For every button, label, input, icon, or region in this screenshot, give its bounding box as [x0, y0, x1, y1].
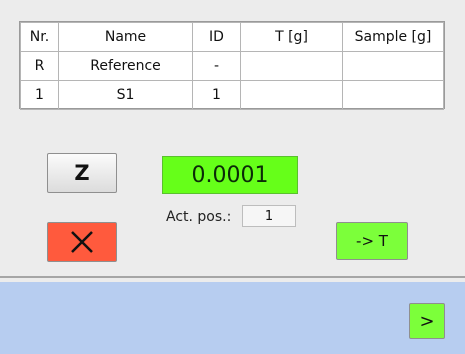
table-header-row: Nr. Name ID T [g] Sample [g] — [20, 22, 444, 52]
weight-display: 0.0001 — [162, 156, 298, 194]
cell-nr: 1 — [20, 80, 59, 110]
table-grid: Nr. Name ID T [g] Sample [g] R Reference… — [20, 22, 444, 110]
cell-tare — [240, 80, 343, 110]
tare-button[interactable]: -> T — [336, 222, 408, 260]
cell-name: S1 — [58, 80, 193, 110]
main-panel: Nr. Name ID T [g] Sample [g] R Reference… — [0, 0, 465, 282]
table-row[interactable]: R Reference - — [20, 51, 444, 81]
column-header-id: ID — [192, 22, 241, 52]
next-button-label: > — [419, 310, 435, 332]
act-pos-label: Act. pos.: — [166, 209, 232, 225]
zero-button[interactable]: Z — [47, 153, 117, 193]
column-header-name: Name — [58, 22, 193, 52]
tare-button-label: -> T — [356, 232, 388, 250]
column-header-sample: Sample [g] — [342, 22, 444, 52]
cell-name: Reference — [58, 51, 193, 81]
zero-button-label: Z — [74, 161, 90, 185]
column-header-tare: T [g] — [240, 22, 343, 52]
clear-button[interactable] — [47, 222, 117, 262]
cell-sample — [342, 80, 444, 110]
next-button[interactable]: > — [409, 303, 445, 339]
divider — [0, 276, 465, 278]
cell-sample — [342, 51, 444, 81]
footer-bar — [0, 282, 465, 354]
act-pos-value: 1 — [242, 205, 296, 227]
cell-id: 1 — [192, 80, 241, 110]
column-header-nr: Nr. — [20, 22, 59, 52]
table-row[interactable]: 1 S1 1 — [20, 80, 444, 110]
cell-id: - — [192, 51, 241, 81]
x-icon — [71, 231, 93, 253]
cell-tare — [240, 51, 343, 81]
cell-nr: R — [20, 51, 59, 81]
sample-table: Nr. Name ID T [g] Sample [g] R Reference… — [19, 21, 445, 110]
